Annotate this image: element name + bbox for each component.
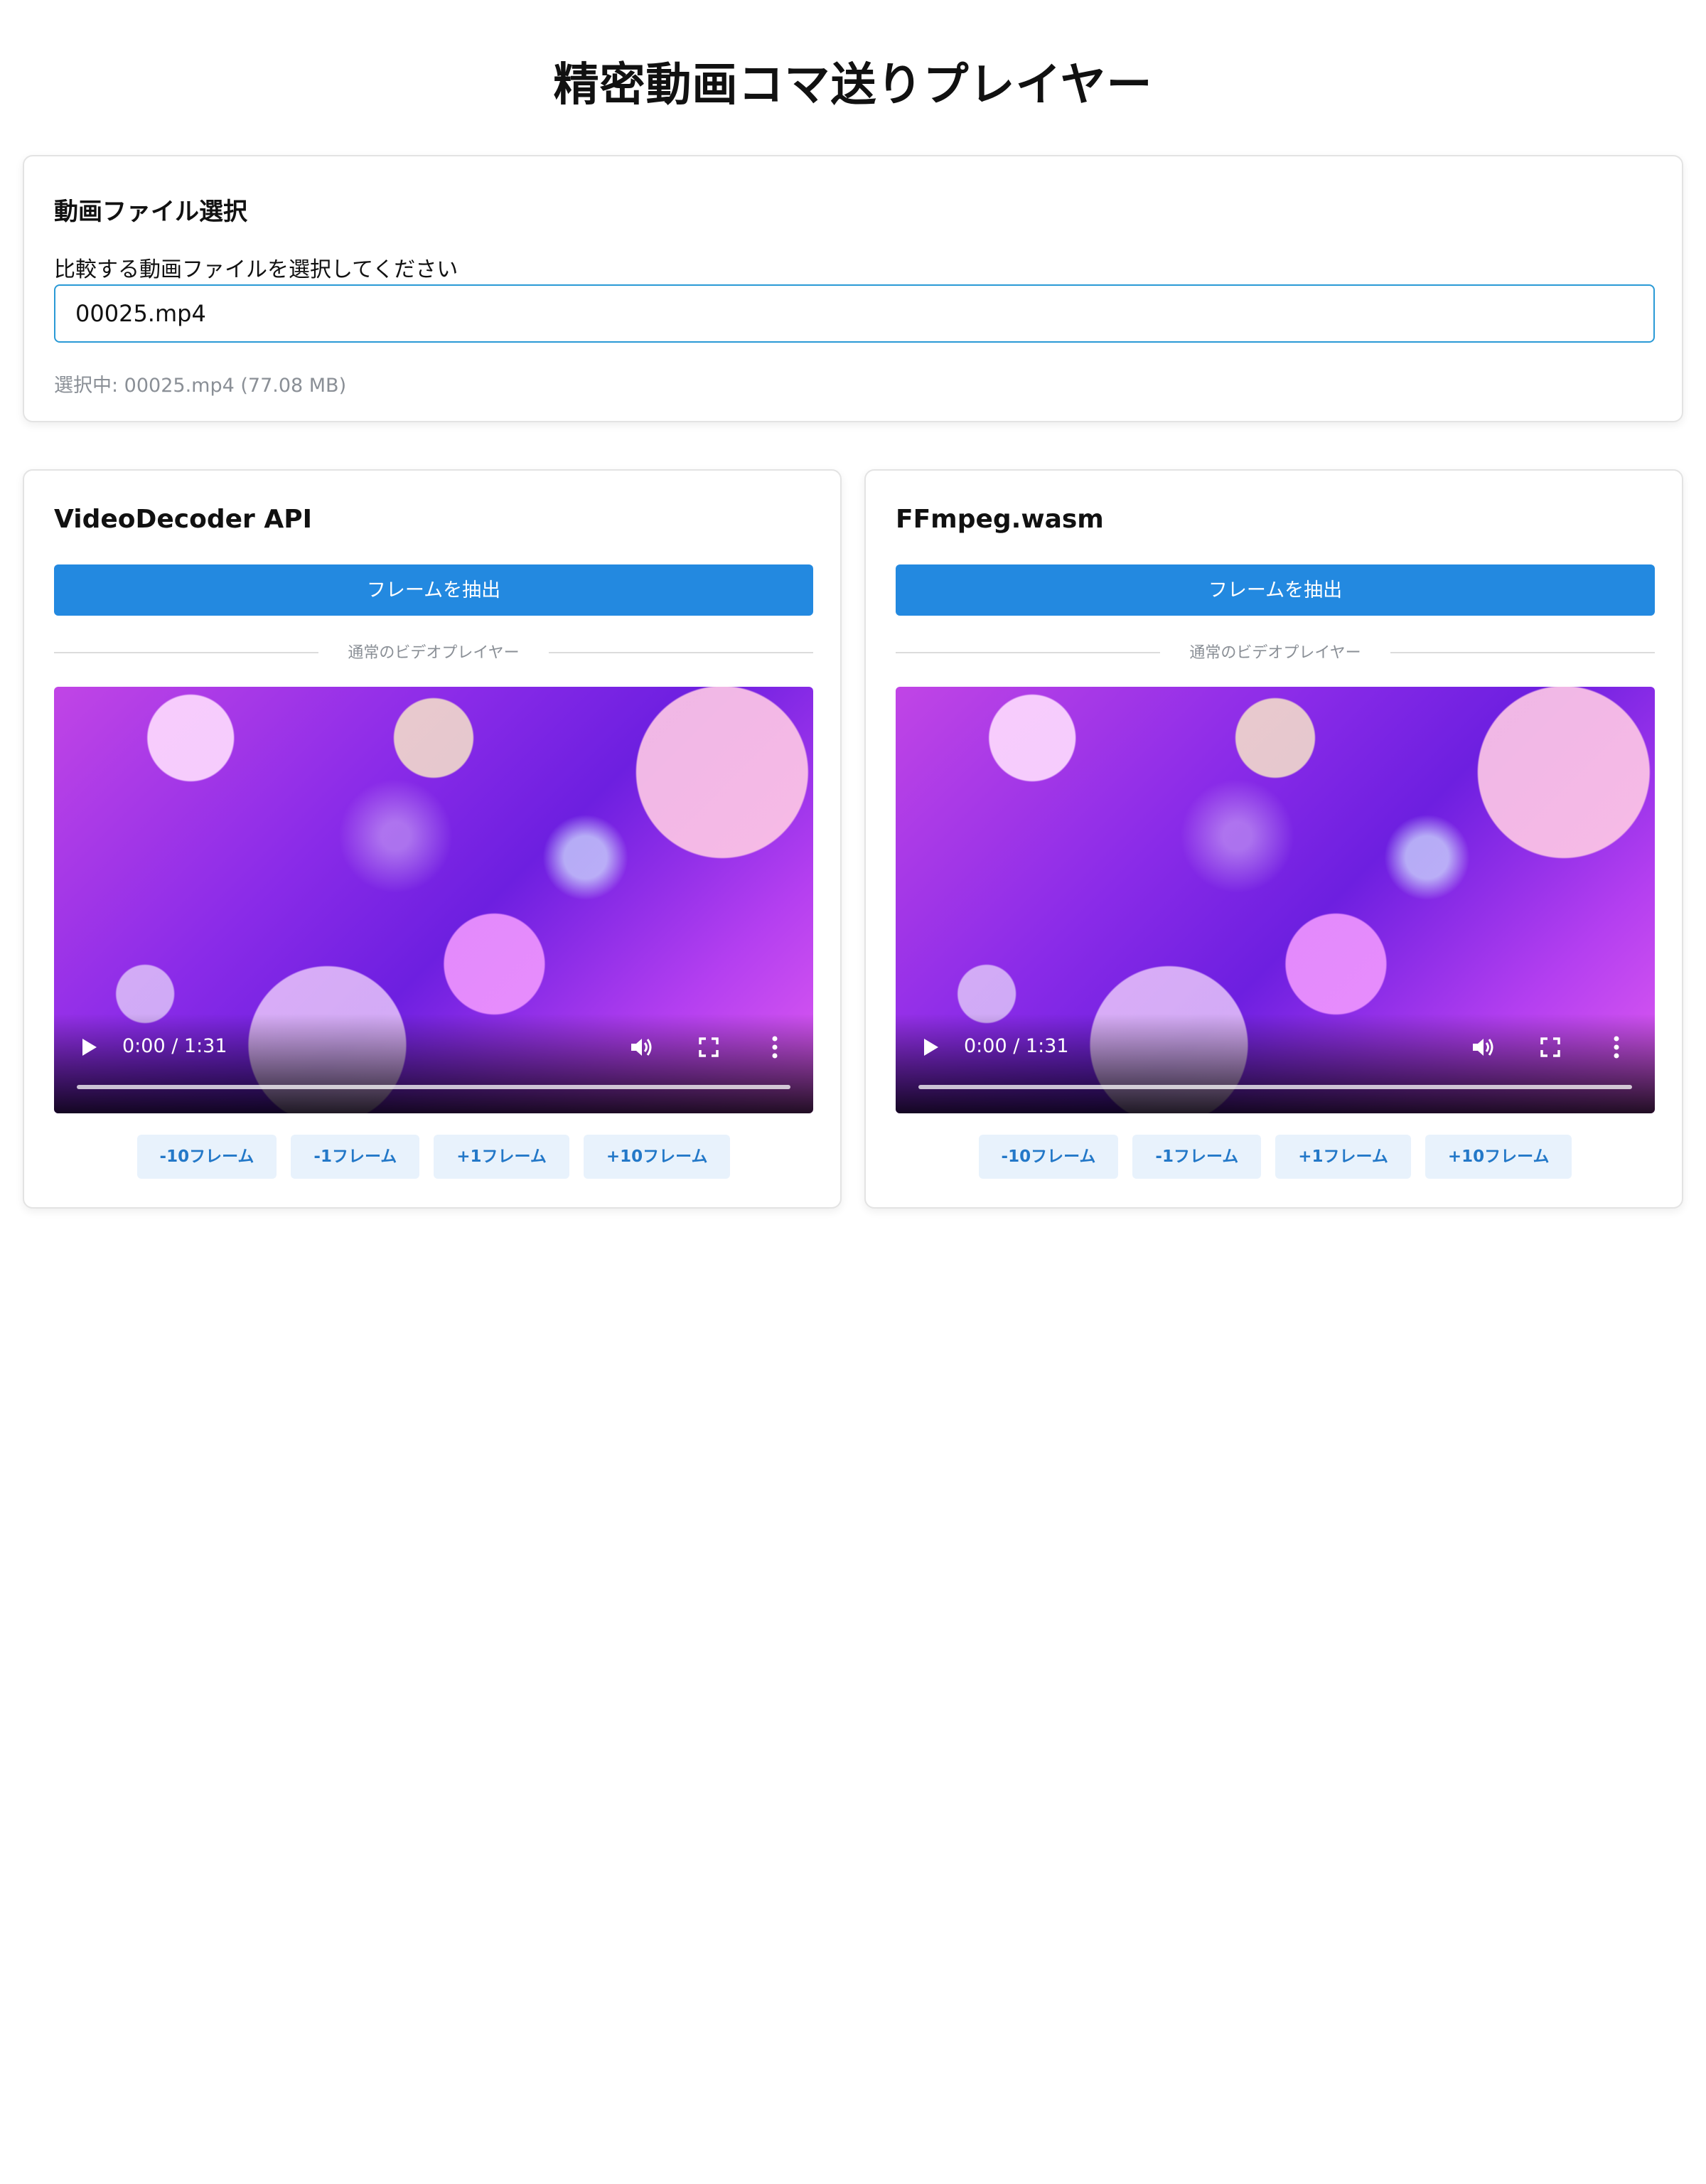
divider-line bbox=[549, 652, 813, 653]
frame-step-controls: -10フレーム -1フレーム +1フレーム +10フレーム bbox=[896, 1135, 1655, 1179]
extract-frames-button[interactable]: フレームを抽出 bbox=[54, 564, 813, 616]
player-card-ffmpeg: FFmpeg.wasm フレームを抽出 通常のビデオプレイヤー 0:00 / 1… bbox=[864, 469, 1683, 1209]
video-player[interactable]: 0:00 / 1:31 bbox=[54, 687, 813, 1113]
play-icon[interactable] bbox=[924, 1039, 938, 1056]
extract-frames-button[interactable]: フレームを抽出 bbox=[896, 564, 1655, 616]
player-card-videodecoder: VideoDecoder API フレームを抽出 通常のビデオプレイヤー 0:0… bbox=[23, 469, 842, 1209]
volume-icon[interactable] bbox=[630, 1037, 654, 1058]
file-select-heading: 動画ファイル選択 bbox=[54, 198, 247, 226]
video-progress-bar[interactable] bbox=[77, 1085, 790, 1089]
back-10-frames-button[interactable]: -10フレーム bbox=[136, 1135, 277, 1179]
player-title: VideoDecoder API bbox=[54, 505, 312, 534]
file-select-card: 動画ファイル選択 比較する動画ファイルを選択してください 00025.mp4 選… bbox=[23, 155, 1683, 422]
video-progress-bar[interactable] bbox=[918, 1085, 1632, 1089]
divider-label: 通常のビデオプレイヤー bbox=[1189, 644, 1361, 662]
more-vertical-icon[interactable] bbox=[771, 1035, 779, 1059]
frame-step-controls: -10フレーム -1フレーム +1フレーム +10フレーム bbox=[54, 1135, 813, 1179]
controls-shade bbox=[896, 1014, 1655, 1113]
back-1-frame-button[interactable]: -1フレーム bbox=[291, 1135, 420, 1179]
file-input[interactable]: 00025.mp4 bbox=[54, 284, 1655, 343]
controls-shade bbox=[54, 1014, 813, 1113]
volume-icon[interactable] bbox=[1471, 1037, 1496, 1058]
file-select-label: 比較する動画ファイルを選択してください bbox=[54, 257, 458, 282]
forward-10-frames-button[interactable]: +10フレーム bbox=[583, 1135, 731, 1179]
video-player[interactable]: 0:00 / 1:31 bbox=[896, 687, 1655, 1113]
video-time: 0:00 / 1:31 bbox=[964, 1035, 1069, 1057]
divider-label: 通常のビデオプレイヤー bbox=[348, 644, 520, 662]
more-vertical-icon[interactable] bbox=[1612, 1035, 1621, 1059]
fullscreen-icon[interactable] bbox=[1540, 1037, 1560, 1057]
divider: 通常のビデオプレイヤー bbox=[896, 638, 1655, 667]
back-1-frame-button[interactable]: -1フレーム bbox=[1132, 1135, 1262, 1179]
video-time: 0:00 / 1:31 bbox=[122, 1035, 227, 1057]
fullscreen-icon[interactable] bbox=[699, 1037, 719, 1057]
divider: 通常のビデオプレイヤー bbox=[54, 638, 813, 667]
play-icon[interactable] bbox=[82, 1039, 97, 1056]
forward-10-frames-button[interactable]: +10フレーム bbox=[1425, 1135, 1572, 1179]
divider-line bbox=[1390, 652, 1655, 653]
forward-1-frame-button[interactable]: +1フレーム bbox=[434, 1135, 569, 1179]
back-10-frames-button[interactable]: -10フレーム bbox=[978, 1135, 1119, 1179]
selected-file-info: 選択中: 00025.mp4 (77.08 MB) bbox=[54, 375, 347, 397]
page-title: 精密動画コマ送りプレイヤー bbox=[553, 59, 1153, 112]
forward-1-frame-button[interactable]: +1フレーム bbox=[1275, 1135, 1411, 1179]
player-title: FFmpeg.wasm bbox=[896, 505, 1104, 534]
